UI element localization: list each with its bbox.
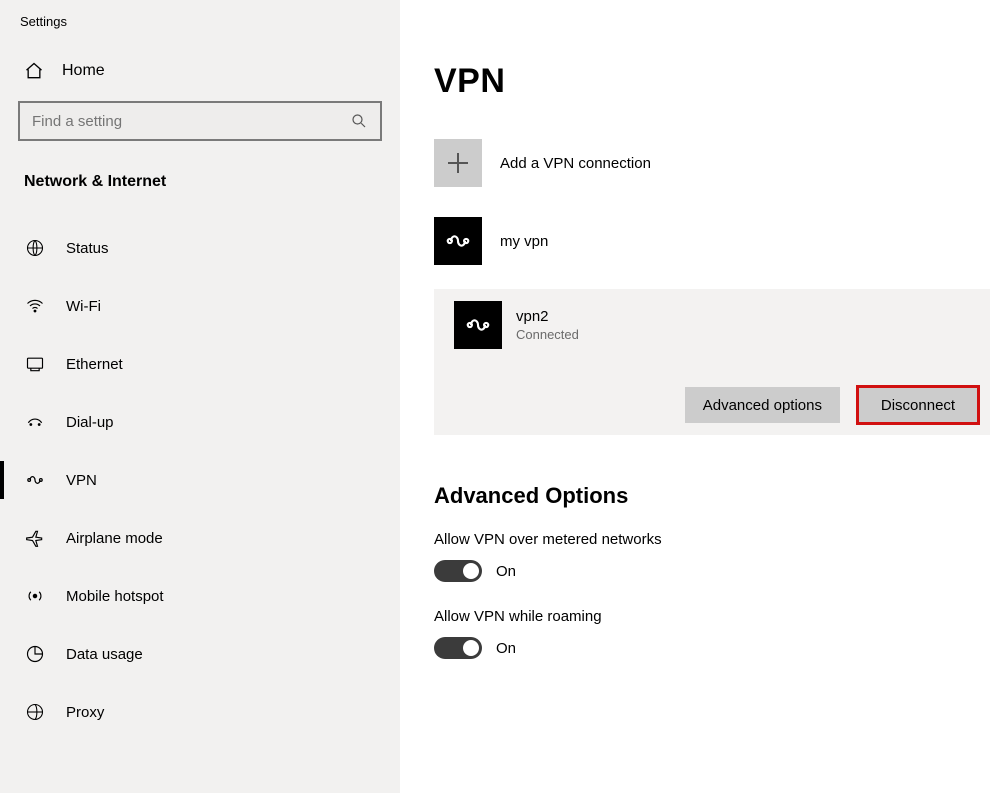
sidebar-item-datausage[interactable]: Data usage bbox=[0, 625, 400, 683]
sidebar-item-hotspot[interactable]: Mobile hotspot bbox=[0, 567, 400, 625]
advanced-options-heading: Advanced Options bbox=[434, 483, 990, 509]
option-metered-toggle[interactable] bbox=[434, 560, 482, 582]
vpn-connection-icon bbox=[434, 217, 482, 265]
vpn-connection-name: vpn2 bbox=[516, 308, 579, 325]
dialup-icon bbox=[24, 411, 46, 433]
sidebar-item-label: Mobile hotspot bbox=[66, 588, 164, 605]
airplane-icon bbox=[24, 527, 46, 549]
ethernet-icon bbox=[24, 353, 46, 375]
sidebar-item-wifi[interactable]: Wi-Fi bbox=[0, 277, 400, 335]
option-roaming-label: Allow VPN while roaming bbox=[434, 608, 990, 625]
home-icon bbox=[24, 61, 44, 81]
add-vpn-label: Add a VPN connection bbox=[500, 155, 651, 172]
wifi-icon bbox=[24, 295, 46, 317]
hotspot-icon bbox=[24, 585, 46, 607]
vpn-connection-name: my vpn bbox=[500, 233, 548, 250]
sidebar-item-vpn[interactable]: VPN bbox=[0, 451, 400, 509]
vpn-icon bbox=[24, 469, 46, 491]
vpn-connection-myvpn[interactable]: my vpn bbox=[434, 211, 990, 271]
proxy-icon bbox=[24, 701, 46, 723]
search-input[interactable] bbox=[32, 113, 350, 130]
sidebar-item-dialup[interactable]: Dial-up bbox=[0, 393, 400, 451]
add-vpn-connection[interactable]: Add a VPN connection bbox=[434, 133, 990, 193]
sidebar-item-label: Wi-Fi bbox=[66, 298, 101, 315]
search-box[interactable] bbox=[18, 101, 382, 141]
vpn-connection-vpn2-panel: vpn2 Connected Advanced options Disconne… bbox=[434, 289, 990, 435]
sidebar-home-label: Home bbox=[62, 62, 105, 80]
sidebar: Settings Home Network & Internet Status bbox=[0, 0, 400, 793]
sidebar-item-status[interactable]: Status bbox=[0, 219, 400, 277]
sidebar-item-label: Proxy bbox=[66, 704, 104, 721]
plus-icon bbox=[434, 139, 482, 187]
sidebar-item-airplane[interactable]: Airplane mode bbox=[0, 509, 400, 567]
sidebar-nav: Status Wi-Fi Ethernet bbox=[0, 219, 400, 741]
main-panel: VPN Add a VPN connection my vpn bbox=[400, 0, 1004, 793]
vpn-connection-actions: Advanced options Disconnect bbox=[454, 387, 978, 423]
advanced-options-button[interactable]: Advanced options bbox=[685, 387, 840, 423]
option-roaming-state: On bbox=[496, 640, 516, 657]
vpn-connection-vpn2[interactable]: vpn2 Connected bbox=[454, 301, 978, 349]
option-metered-state: On bbox=[496, 563, 516, 580]
sidebar-item-label: VPN bbox=[66, 472, 97, 489]
sidebar-item-label: Ethernet bbox=[66, 356, 123, 373]
option-roaming-toggle[interactable] bbox=[434, 637, 482, 659]
search-icon bbox=[350, 112, 368, 130]
sidebar-item-label: Dial-up bbox=[66, 414, 114, 431]
sidebar-item-ethernet[interactable]: Ethernet bbox=[0, 335, 400, 393]
data-usage-icon bbox=[24, 643, 46, 665]
sidebar-item-label: Data usage bbox=[66, 646, 143, 663]
sidebar-item-label: Airplane mode bbox=[66, 530, 163, 547]
option-metered: Allow VPN over metered networks On bbox=[434, 531, 990, 582]
sidebar-item-label: Status bbox=[66, 240, 109, 257]
disconnect-button[interactable]: Disconnect bbox=[858, 387, 978, 423]
sidebar-home[interactable]: Home bbox=[0, 47, 400, 95]
globe-icon bbox=[24, 237, 46, 259]
option-metered-label: Allow VPN over metered networks bbox=[434, 531, 990, 548]
app-title: Settings bbox=[0, 8, 400, 47]
vpn-connection-status: Connected bbox=[516, 327, 579, 342]
section-heading: Network & Internet bbox=[0, 151, 400, 219]
page-title: VPN bbox=[434, 62, 990, 101]
vpn-connection-icon bbox=[454, 301, 502, 349]
option-roaming: Allow VPN while roaming On bbox=[434, 608, 990, 659]
sidebar-item-proxy[interactable]: Proxy bbox=[0, 683, 400, 741]
